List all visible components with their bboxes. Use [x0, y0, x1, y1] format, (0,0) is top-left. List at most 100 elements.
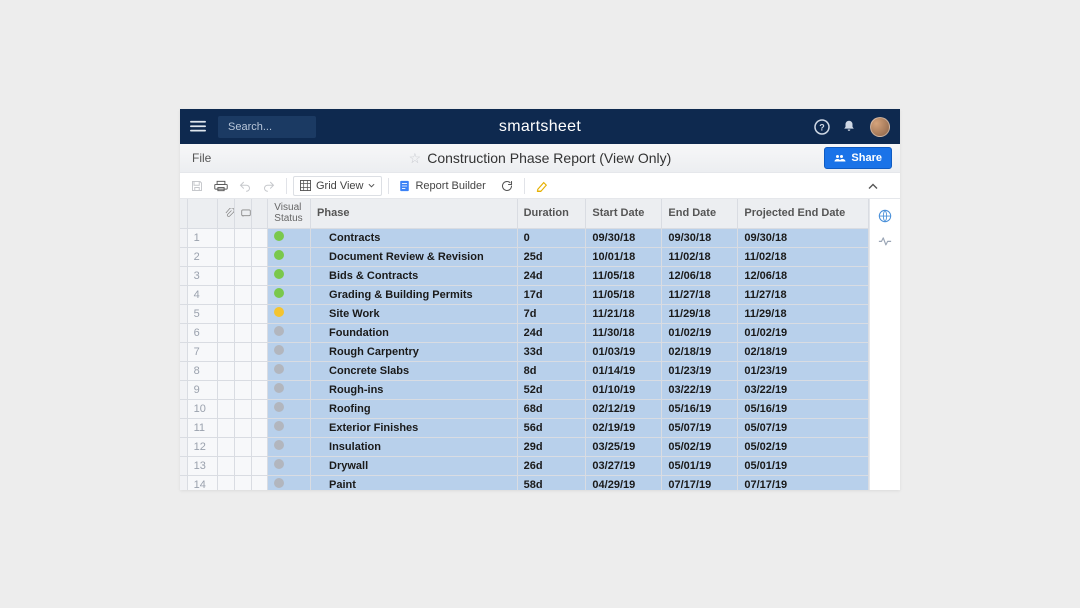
cell-start-date[interactable]: 03/25/19 [586, 437, 662, 456]
cell-end-date[interactable]: 05/07/19 [662, 418, 738, 437]
col-lock-icon[interactable] [251, 199, 268, 228]
cell-projected-end-date[interactable]: 11/27/18 [738, 285, 869, 304]
cell-lock[interactable] [251, 285, 268, 304]
cell-start-date[interactable]: 10/01/18 [586, 247, 662, 266]
cell-visual-status[interactable] [268, 247, 311, 266]
cell-comments[interactable] [235, 247, 252, 266]
cell-attachments[interactable] [218, 304, 235, 323]
notifications-icon[interactable] [842, 119, 858, 135]
cell-attachments[interactable] [218, 247, 235, 266]
cell-phase[interactable]: Insulation [311, 437, 518, 456]
table-row[interactable]: 9Rough-ins52d01/10/1903/22/1903/22/19 [180, 380, 869, 399]
cell-lock[interactable] [251, 342, 268, 361]
cell-phase[interactable]: Grading & Building Permits [311, 285, 518, 304]
cell-projected-end-date[interactable]: 07/17/19 [738, 475, 869, 490]
cell-duration[interactable]: 56d [517, 418, 586, 437]
cell-start-date[interactable]: 11/21/18 [586, 304, 662, 323]
cell-attachments[interactable] [218, 456, 235, 475]
cell-phase[interactable]: Site Work [311, 304, 518, 323]
table-row[interactable]: 14Paint58d04/29/1907/17/1907/17/19 [180, 475, 869, 490]
row-handle[interactable] [180, 456, 187, 475]
cell-end-date[interactable]: 05/02/19 [662, 437, 738, 456]
cell-end-date[interactable]: 02/18/19 [662, 342, 738, 361]
cell-comments[interactable] [235, 475, 252, 490]
cell-start-date[interactable]: 11/05/18 [586, 285, 662, 304]
cell-comments[interactable] [235, 304, 252, 323]
cell-comments[interactable] [235, 285, 252, 304]
row-handle[interactable] [180, 475, 187, 490]
cell-comments[interactable] [235, 361, 252, 380]
cell-duration[interactable]: 68d [517, 399, 586, 418]
cell-lock[interactable] [251, 418, 268, 437]
highlight-icon[interactable] [531, 176, 553, 196]
help-icon[interactable]: ? [814, 119, 830, 135]
cell-projected-end-date[interactable]: 03/22/19 [738, 380, 869, 399]
cell-attachments[interactable] [218, 361, 235, 380]
table-row[interactable]: 13Drywall26d03/27/1905/01/1905/01/19 [180, 456, 869, 475]
table-row[interactable]: 11Exterior Finishes56d02/19/1905/07/1905… [180, 418, 869, 437]
table-row[interactable]: 1Contracts009/30/1809/30/1809/30/18 [180, 228, 869, 247]
cell-duration[interactable]: 52d [517, 380, 586, 399]
cell-attachments[interactable] [218, 437, 235, 456]
table-row[interactable]: 8Concrete Slabs8d01/14/1901/23/1901/23/1… [180, 361, 869, 380]
cell-visual-status[interactable] [268, 304, 311, 323]
cell-attachments[interactable] [218, 342, 235, 361]
cell-duration[interactable]: 24d [517, 266, 586, 285]
col-visual-status[interactable]: Visual Status [268, 199, 311, 228]
cell-duration[interactable]: 29d [517, 437, 586, 456]
col-duration[interactable]: Duration [517, 199, 586, 228]
col-projected-end-date[interactable]: Projected End Date [738, 199, 869, 228]
cell-visual-status[interactable] [268, 437, 311, 456]
cell-lock[interactable] [251, 247, 268, 266]
cell-end-date[interactable]: 05/16/19 [662, 399, 738, 418]
cell-projected-end-date[interactable]: 02/18/19 [738, 342, 869, 361]
cell-start-date[interactable]: 01/10/19 [586, 380, 662, 399]
cell-duration[interactable]: 0 [517, 228, 586, 247]
cell-comments[interactable] [235, 323, 252, 342]
row-handle[interactable] [180, 228, 187, 247]
cell-phase[interactable]: Paint [311, 475, 518, 490]
cell-visual-status[interactable] [268, 361, 311, 380]
cell-end-date[interactable]: 05/01/19 [662, 456, 738, 475]
cell-duration[interactable]: 24d [517, 323, 586, 342]
print-icon[interactable] [210, 176, 232, 196]
cell-duration[interactable]: 17d [517, 285, 586, 304]
cell-start-date[interactable]: 03/27/19 [586, 456, 662, 475]
cell-visual-status[interactable] [268, 456, 311, 475]
table-row[interactable]: 6Foundation24d11/30/1801/02/1901/02/19 [180, 323, 869, 342]
col-end-date[interactable]: End Date [662, 199, 738, 228]
activity-log-icon[interactable] [878, 237, 892, 251]
cell-end-date[interactable]: 03/22/19 [662, 380, 738, 399]
cell-comments[interactable] [235, 456, 252, 475]
cell-lock[interactable] [251, 361, 268, 380]
row-handle[interactable] [180, 361, 187, 380]
cell-end-date[interactable]: 11/27/18 [662, 285, 738, 304]
row-handle[interactable] [180, 247, 187, 266]
file-menu[interactable]: File [188, 149, 215, 167]
cell-attachments[interactable] [218, 475, 235, 490]
cell-lock[interactable] [251, 437, 268, 456]
cell-visual-status[interactable] [268, 323, 311, 342]
cell-phase[interactable]: Foundation [311, 323, 518, 342]
cell-end-date[interactable]: 11/02/18 [662, 247, 738, 266]
sheet-table[interactable]: Visual Status Phase Duration Start Date … [180, 199, 869, 490]
collapse-panel-icon[interactable] [862, 176, 884, 196]
hamburger-menu-icon[interactable] [190, 120, 208, 132]
cell-lock[interactable] [251, 304, 268, 323]
favorite-star-icon[interactable]: ☆ [409, 150, 422, 167]
cell-phase[interactable]: Document Review & Revision [311, 247, 518, 266]
col-phase[interactable]: Phase [311, 199, 518, 228]
table-row[interactable]: 2Document Review & Revision25d10/01/1811… [180, 247, 869, 266]
table-row[interactable]: 5Site Work7d11/21/1811/29/1811/29/18 [180, 304, 869, 323]
cell-start-date[interactable]: 01/03/19 [586, 342, 662, 361]
cell-duration[interactable]: 58d [517, 475, 586, 490]
row-handle[interactable] [180, 304, 187, 323]
cell-lock[interactable] [251, 323, 268, 342]
col-attachments-icon[interactable] [218, 199, 235, 228]
cell-lock[interactable] [251, 266, 268, 285]
cell-end-date[interactable]: 11/29/18 [662, 304, 738, 323]
row-handle[interactable] [180, 285, 187, 304]
cell-projected-end-date[interactable]: 05/01/19 [738, 456, 869, 475]
cell-projected-end-date[interactable]: 09/30/18 [738, 228, 869, 247]
cell-projected-end-date[interactable]: 05/02/19 [738, 437, 869, 456]
